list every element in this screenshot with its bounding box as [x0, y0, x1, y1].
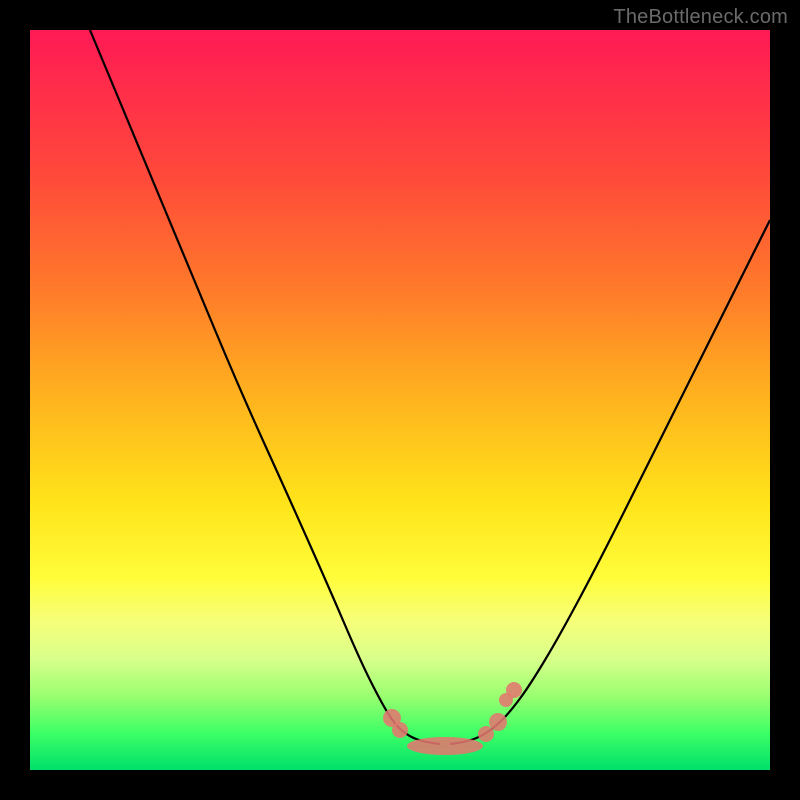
data-marker-1 [392, 722, 408, 738]
left-curve [90, 30, 440, 744]
curves-layer [90, 30, 770, 744]
chart-svg [30, 30, 770, 770]
markers-layer [383, 682, 522, 755]
watermark-text: TheBottleneck.com [613, 6, 788, 29]
data-marker-3 [478, 726, 494, 742]
chart-container: TheBottleneck.com [0, 0, 800, 800]
data-marker-6 [506, 682, 522, 698]
data-marker-4 [489, 713, 507, 731]
plot-area [30, 30, 770, 770]
right-curve [450, 220, 770, 744]
data-marker-2 [407, 737, 483, 755]
